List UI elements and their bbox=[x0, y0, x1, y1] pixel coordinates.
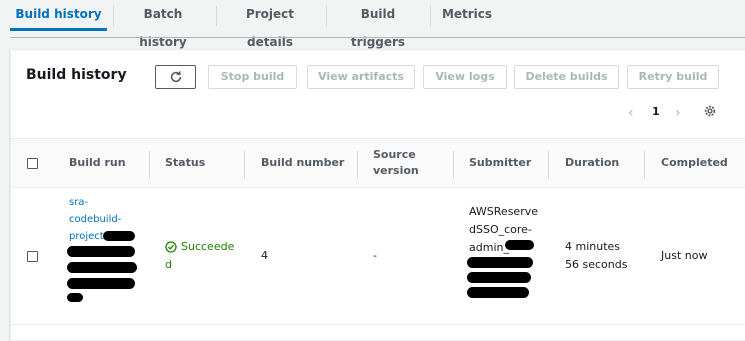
tab-project-details[interactable]: Project details bbox=[222, 0, 318, 49]
active-tab-indicator bbox=[10, 28, 107, 31]
panel-title: Build history bbox=[26, 67, 127, 83]
tab-divider bbox=[430, 6, 431, 26]
column-status[interactable]: Status bbox=[165, 155, 205, 171]
refresh-button[interactable] bbox=[155, 65, 196, 89]
view-artifacts-button[interactable]: View artifacts bbox=[307, 65, 415, 89]
stop-build-button[interactable]: Stop build bbox=[208, 65, 297, 89]
build-run-line: sra- bbox=[69, 197, 89, 208]
column-divider bbox=[644, 151, 645, 179]
source-version-value: - bbox=[373, 249, 377, 262]
redaction-mark bbox=[67, 293, 83, 302]
tab-divider bbox=[216, 6, 217, 26]
retry-build-button[interactable]: Retry build bbox=[627, 65, 719, 89]
view-logs-button[interactable]: View logs bbox=[423, 65, 507, 89]
select-all-checkbox[interactable] bbox=[27, 158, 38, 169]
build-number: 4 bbox=[261, 249, 268, 262]
chevron-left-icon[interactable]: ‹ bbox=[628, 105, 634, 121]
refresh-icon bbox=[170, 71, 182, 83]
tab-build-triggers[interactable]: Build triggers bbox=[333, 0, 423, 49]
build-run-line: codebuild- bbox=[69, 214, 122, 225]
tabs-divider bbox=[10, 37, 745, 38]
duration-line: 4 minutes bbox=[565, 240, 621, 253]
tab-metrics[interactable]: Metrics bbox=[438, 0, 496, 30]
tab-build-history[interactable]: Build history bbox=[10, 0, 107, 30]
duration-value: 4 minutes 56 seconds bbox=[565, 238, 627, 274]
status-text: Succeede bbox=[181, 240, 235, 253]
column-duration[interactable]: Duration bbox=[565, 155, 619, 171]
tab-batch-history[interactable]: Batch history bbox=[118, 0, 208, 49]
redaction-mark bbox=[467, 272, 531, 283]
status-text: d bbox=[165, 258, 172, 271]
status-badge: Succeede d bbox=[165, 238, 234, 274]
page-number[interactable]: 1 bbox=[652, 105, 660, 118]
submitter-line: AWSReserve bbox=[469, 205, 538, 218]
completed-value: Just now bbox=[661, 249, 708, 262]
column-divider bbox=[357, 151, 358, 179]
redaction-mark bbox=[67, 246, 135, 257]
redaction-mark bbox=[467, 257, 533, 268]
redaction-mark bbox=[103, 231, 135, 241]
delete-builds-button[interactable]: Delete builds bbox=[514, 65, 619, 89]
duration-line: 56 seconds bbox=[565, 258, 628, 271]
column-source-version-line: version bbox=[373, 164, 419, 177]
redaction-mark bbox=[505, 240, 534, 250]
row-divider bbox=[11, 324, 745, 325]
column-build-run[interactable]: Build run bbox=[69, 155, 126, 171]
column-source-version[interactable]: Source version bbox=[373, 147, 419, 179]
column-build-number[interactable]: Build number bbox=[261, 155, 344, 171]
redaction-mark bbox=[67, 262, 137, 273]
build-history-panel: Build history Stop build View artifacts … bbox=[10, 49, 745, 341]
chevron-right-icon[interactable]: › bbox=[675, 105, 681, 121]
row-checkbox[interactable] bbox=[27, 251, 38, 262]
tab-bar: Build history Batch history Project deta… bbox=[0, 0, 745, 49]
column-submitter[interactable]: Submitter bbox=[469, 155, 531, 171]
column-divider bbox=[244, 151, 245, 179]
gear-icon[interactable] bbox=[703, 104, 717, 118]
column-divider bbox=[548, 151, 549, 179]
column-divider bbox=[149, 151, 150, 179]
column-completed[interactable]: Completed bbox=[661, 155, 728, 171]
redaction-mark bbox=[467, 287, 529, 298]
submitter-line: dSSO_core- bbox=[469, 223, 532, 236]
tab-divider bbox=[326, 6, 327, 26]
column-divider bbox=[453, 151, 454, 179]
redaction-mark bbox=[67, 278, 135, 289]
tab-divider bbox=[113, 6, 114, 26]
column-source-version-line: Source bbox=[373, 148, 416, 161]
table-header: Build run Status Build number Source ver… bbox=[11, 138, 745, 188]
